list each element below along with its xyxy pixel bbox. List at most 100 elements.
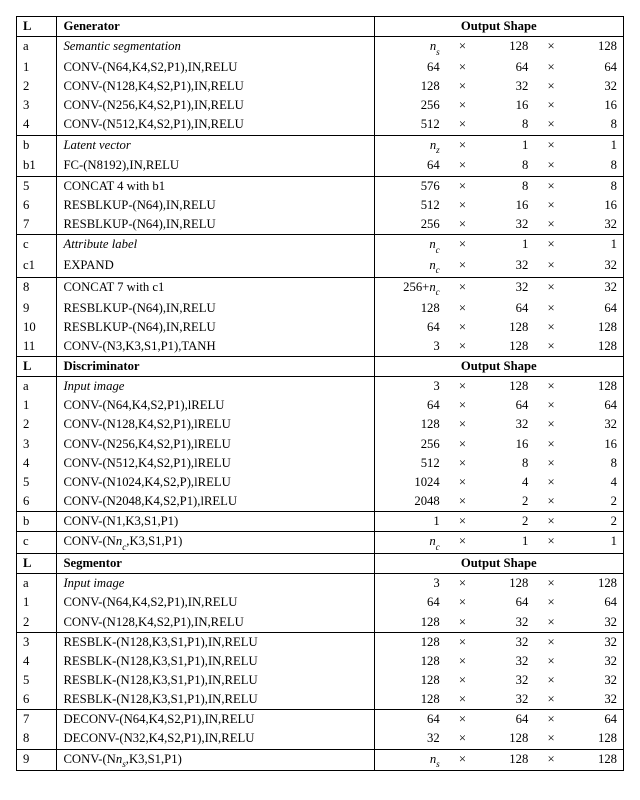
layer-desc: CONV-(N256,K4,S2,P1),IN,RELU: [57, 96, 374, 115]
times-icon: ×: [534, 574, 567, 594]
out-w: 128: [568, 574, 624, 594]
out-c: 128: [374, 613, 446, 633]
layer-id: 6: [17, 690, 57, 710]
layer-id: 9: [17, 749, 57, 771]
output-shape-head: Output Shape: [374, 17, 623, 37]
out-c: 1: [374, 512, 446, 532]
times-icon: ×: [534, 135, 567, 156]
layer-desc: RESBLK-(N128,K3,S1,P1),IN,RELU: [57, 632, 374, 652]
out-c: 512: [374, 454, 446, 473]
layer-row: 2CONV-(N128,K4,S2,P1),lRELU128×32×32: [17, 415, 624, 434]
out-c: 256+nc: [374, 277, 446, 298]
out-h: 64: [479, 593, 534, 612]
out-h: 64: [479, 58, 534, 77]
out-c: 128: [374, 632, 446, 652]
out-h: 4: [479, 473, 534, 492]
layer-row: 8CONCAT 7 with c1256+nc×32×32: [17, 277, 624, 298]
out-w: 32: [568, 256, 624, 277]
layer-id: 1: [17, 396, 57, 415]
layer-id: 7: [17, 215, 57, 235]
out-h: 2: [479, 492, 534, 512]
out-w: 8: [568, 454, 624, 473]
times-icon: ×: [446, 115, 479, 135]
out-h: 8: [479, 454, 534, 473]
layer-desc: CONV-(N1,K3,S1,P1): [57, 512, 374, 532]
out-h: 32: [479, 690, 534, 710]
out-h: 128: [479, 337, 534, 357]
layer-row: 10RESBLKUP-(N64),IN,RELU64×128×128: [17, 318, 624, 337]
layer-desc: RESBLK-(N128,K3,S1,P1),IN,RELU: [57, 671, 374, 690]
layer-id: b: [17, 512, 57, 532]
layer-row: 6RESBLK-(N128,K3,S1,P1),IN,RELU128×32×32: [17, 690, 624, 710]
layer-desc: RESBLKUP-(N64),IN,RELU: [57, 299, 374, 318]
out-c: 3: [374, 337, 446, 357]
times-icon: ×: [446, 454, 479, 473]
layer-desc: CONV-(N2048,K4,S2,P1),lRELU: [57, 492, 374, 512]
times-icon: ×: [446, 415, 479, 434]
out-h: 32: [479, 415, 534, 434]
out-h: 8: [479, 176, 534, 196]
out-c: 64: [374, 58, 446, 77]
layer-desc: RESBLKUP-(N64),IN,RELU: [57, 318, 374, 337]
out-c: 64: [374, 156, 446, 176]
layer-row: 6CONV-(N2048,K4,S2,P1),lRELU2048×2×2: [17, 492, 624, 512]
layer-desc: CONV-(N1024,K4,S2,P),lRELU: [57, 473, 374, 492]
out-c: 128: [374, 299, 446, 318]
out-h: 16: [479, 96, 534, 115]
layer-row: c1EXPANDnc×32×32: [17, 256, 624, 277]
times-icon: ×: [534, 632, 567, 652]
times-icon: ×: [534, 234, 567, 255]
out-h: 128: [479, 574, 534, 594]
layer-desc: CONV-(N64,K4,S2,P1),IN,RELU: [57, 58, 374, 77]
layer-desc: CONV-(N512,K4,S2,P1),lRELU: [57, 454, 374, 473]
out-c: 512: [374, 196, 446, 215]
section-title: Segmentor: [57, 554, 374, 574]
out-c: 64: [374, 710, 446, 730]
out-w: 4: [568, 473, 624, 492]
times-icon: ×: [534, 318, 567, 337]
out-c: 128: [374, 690, 446, 710]
out-w: 32: [568, 690, 624, 710]
times-icon: ×: [446, 299, 479, 318]
layer-id: 8: [17, 729, 57, 749]
times-icon: ×: [446, 613, 479, 633]
layer-desc: CONV-(N256,K4,S2,P1),lRELU: [57, 435, 374, 454]
times-icon: ×: [534, 256, 567, 277]
layer-id: c1: [17, 256, 57, 277]
out-w: 32: [568, 215, 624, 235]
layer-row: b1FC-(N8192),IN,RELU64×8×8: [17, 156, 624, 176]
out-w: 128: [568, 318, 624, 337]
out-h: 32: [479, 632, 534, 652]
times-icon: ×: [534, 196, 567, 215]
out-w: 32: [568, 671, 624, 690]
times-icon: ×: [446, 593, 479, 612]
layer-row: 2CONV-(N128,K4,S2,P1),IN,RELU128×32×32: [17, 613, 624, 633]
times-icon: ×: [534, 277, 567, 298]
out-c: 3: [374, 574, 446, 594]
layer-id: 2: [17, 77, 57, 96]
out-w: 32: [568, 277, 624, 298]
layer-desc: Input image: [57, 574, 374, 594]
out-c: 512: [374, 115, 446, 135]
out-h: 128: [479, 37, 534, 58]
out-w: 2: [568, 492, 624, 512]
layer-desc: EXPAND: [57, 256, 374, 277]
out-c: 128: [374, 77, 446, 96]
out-w: 64: [568, 58, 624, 77]
layer-id: a: [17, 377, 57, 397]
layer-id: 3: [17, 435, 57, 454]
times-icon: ×: [446, 37, 479, 58]
out-w: 128: [568, 377, 624, 397]
out-c: 128: [374, 652, 446, 671]
output-shape-head: Output Shape: [374, 554, 623, 574]
layer-row: 9RESBLKUP-(N64),IN,RELU128×64×64: [17, 299, 624, 318]
layer-desc: Latent vector: [57, 135, 374, 156]
out-h: 8: [479, 115, 534, 135]
times-icon: ×: [446, 652, 479, 671]
out-w: 64: [568, 299, 624, 318]
layer-id: 4: [17, 454, 57, 473]
times-icon: ×: [534, 512, 567, 532]
out-h: 8: [479, 156, 534, 176]
times-icon: ×: [446, 58, 479, 77]
out-c: ns: [374, 37, 446, 58]
